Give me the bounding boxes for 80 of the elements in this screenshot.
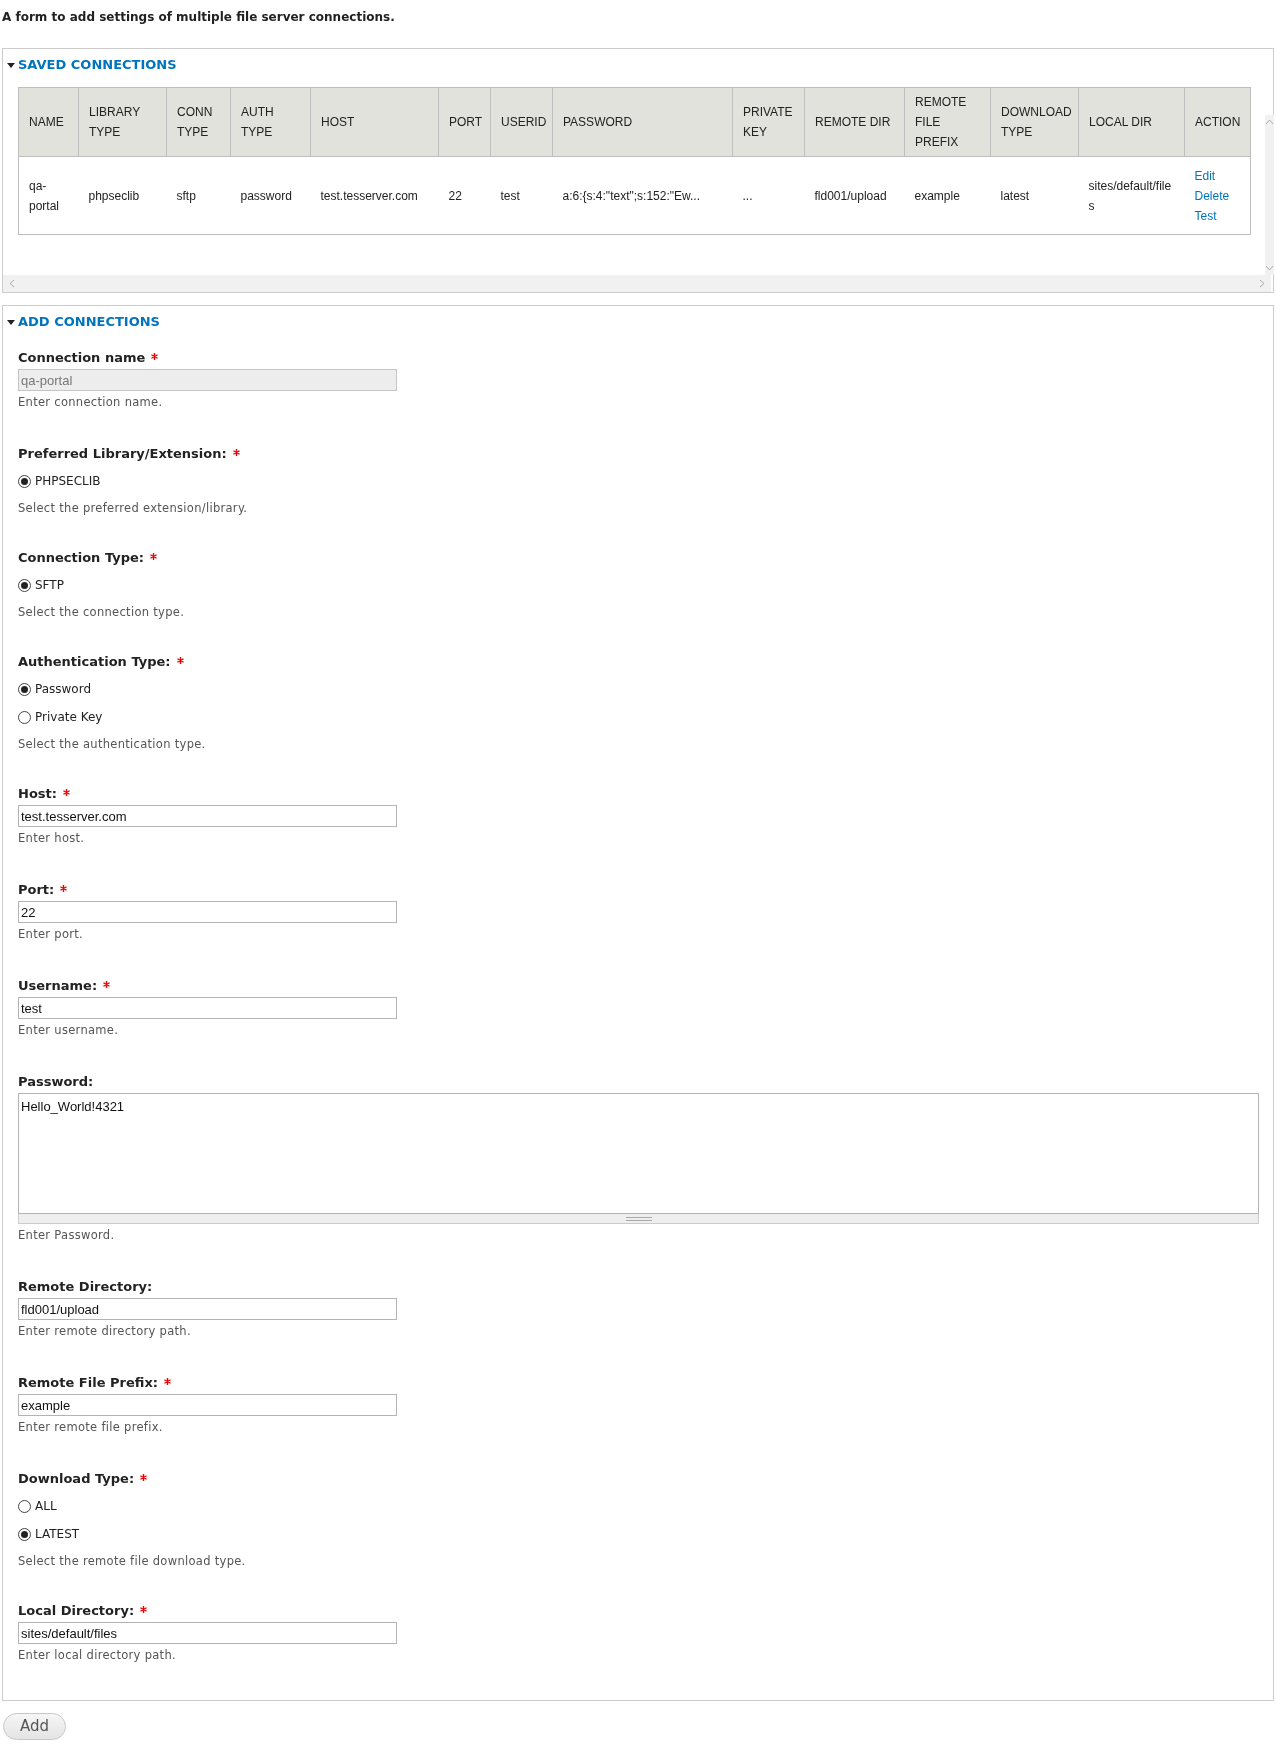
field-label: Password:: [18, 1073, 94, 1092]
action-link[interactable]: Delete: [1194, 185, 1230, 206]
radio-option[interactable]: SFTP: [18, 575, 64, 595]
table-cell: password: [230, 156, 311, 235]
field-description: Enter connection name.: [18, 394, 164, 411]
column-header: REMOTE FILE PREFIX: [904, 87, 991, 157]
column-header: NAME: [18, 87, 79, 157]
column-header: PORT: [438, 87, 491, 157]
field-label: Connection Type:: [18, 549, 144, 568]
scroll-down-icon[interactable]: [1265, 265, 1274, 271]
column-header: REMOTE DIR: [804, 87, 905, 157]
field-label: Local Directory:: [18, 1602, 135, 1621]
field-description: Select the authentication type.: [18, 736, 207, 753]
field-description: Enter Password.: [18, 1227, 116, 1244]
scroll-right-icon[interactable]: [1259, 279, 1265, 288]
table-cell: example: [904, 156, 991, 235]
column-header: HOST: [310, 87, 439, 157]
field-label: Connection name: [18, 349, 146, 368]
field-description: Enter remote file prefix.: [18, 1419, 164, 1436]
field-description: Enter remote directory path.: [18, 1323, 192, 1340]
page-description: A form to add settings of multiple file server connections.: [1, 9, 396, 26]
resize-grip[interactable]: [18, 1214, 1259, 1224]
text-field[interactable]: sites/default/files: [18, 1622, 397, 1644]
column-header: PASSWORD: [552, 87, 733, 157]
column-header: LIBRARY TYPE: [78, 87, 167, 157]
scroll-up-icon[interactable]: [1265, 119, 1274, 125]
scroll-left-icon[interactable]: [9, 279, 15, 288]
radio-option[interactable]: Private Key: [18, 707, 103, 727]
column-header: DOWNLOAD TYPE: [990, 87, 1079, 157]
field-label: Download Type:: [18, 1470, 135, 1489]
vertical-scrollbar[interactable]: [1265, 115, 1274, 275]
field-description: Select the remote file download type.: [18, 1553, 247, 1570]
table-cell: fld001/upload: [804, 156, 905, 235]
field-label: Username:: [18, 977, 98, 996]
table-cell: test: [490, 156, 553, 235]
text-field[interactable]: example: [18, 1394, 397, 1416]
section-legend[interactable]: ADD CONNECTIONS: [18, 312, 160, 332]
field-label: Preferred Library/Extension:: [18, 445, 227, 464]
radio-option[interactable]: LATEST: [18, 1524, 80, 1544]
toggle-triangle-icon[interactable]: [7, 318, 15, 326]
column-header: AUTH TYPE: [230, 87, 311, 157]
table-cell: sftp: [166, 156, 231, 235]
field-description: Enter port.: [18, 926, 85, 943]
field-label: Remote File Prefix:: [18, 1374, 158, 1393]
field-description: Enter username.: [18, 1022, 120, 1039]
table-cell: qa-portal: [18, 156, 79, 235]
table-cell: latest: [990, 156, 1079, 235]
table-cell: phpseclib: [78, 156, 167, 235]
column-header: LOCAL DIR: [1078, 87, 1185, 157]
text-field[interactable]: test.tesserver.com: [18, 805, 397, 827]
column-header: USERID: [490, 87, 553, 157]
text-field[interactable]: 22: [18, 901, 397, 923]
table-cell: 22: [438, 156, 491, 235]
table-cell: a:6:{s:4:"text";s:152:"Ew...: [552, 156, 733, 235]
text-field[interactable]: fld001/upload: [18, 1298, 397, 1320]
field-label: Remote Directory:: [18, 1278, 153, 1297]
field-description: Select the preferred extension/library.: [18, 500, 249, 517]
action-link[interactable]: Test: [1194, 205, 1217, 226]
toggle-triangle-icon[interactable]: [7, 61, 15, 69]
table-cell: ...: [732, 156, 805, 235]
field-description: Select the connection type.: [18, 604, 186, 621]
column-header: CONN TYPE: [166, 87, 231, 157]
text-field[interactable]: test: [18, 997, 397, 1019]
radio-option[interactable]: ALL: [18, 1496, 57, 1516]
column-header: ACTION: [1184, 87, 1251, 157]
section-legend[interactable]: SAVED CONNECTIONS: [18, 55, 177, 75]
table-cell: sites/default/files: [1078, 156, 1185, 235]
textarea-field[interactable]: Hello_World!4321: [18, 1093, 1259, 1214]
field-label: Host:: [18, 785, 57, 804]
field-label: Authentication Type:: [18, 653, 171, 672]
column-header: PRIVATE KEY: [732, 87, 805, 157]
action-link[interactable]: Edit: [1194, 165, 1216, 186]
table-cell: test.tesserver.com: [310, 156, 439, 235]
add-button[interactable]: Add: [3, 1713, 66, 1740]
field-description: Enter host.: [18, 830, 86, 847]
field-description: Enter local directory path.: [18, 1647, 177, 1664]
radio-option[interactable]: Password: [18, 679, 92, 699]
horizontal-scrollbar[interactable]: [3, 275, 1271, 292]
radio-option[interactable]: PHPSECLIB: [18, 471, 101, 491]
field-label: Port:: [18, 881, 55, 900]
